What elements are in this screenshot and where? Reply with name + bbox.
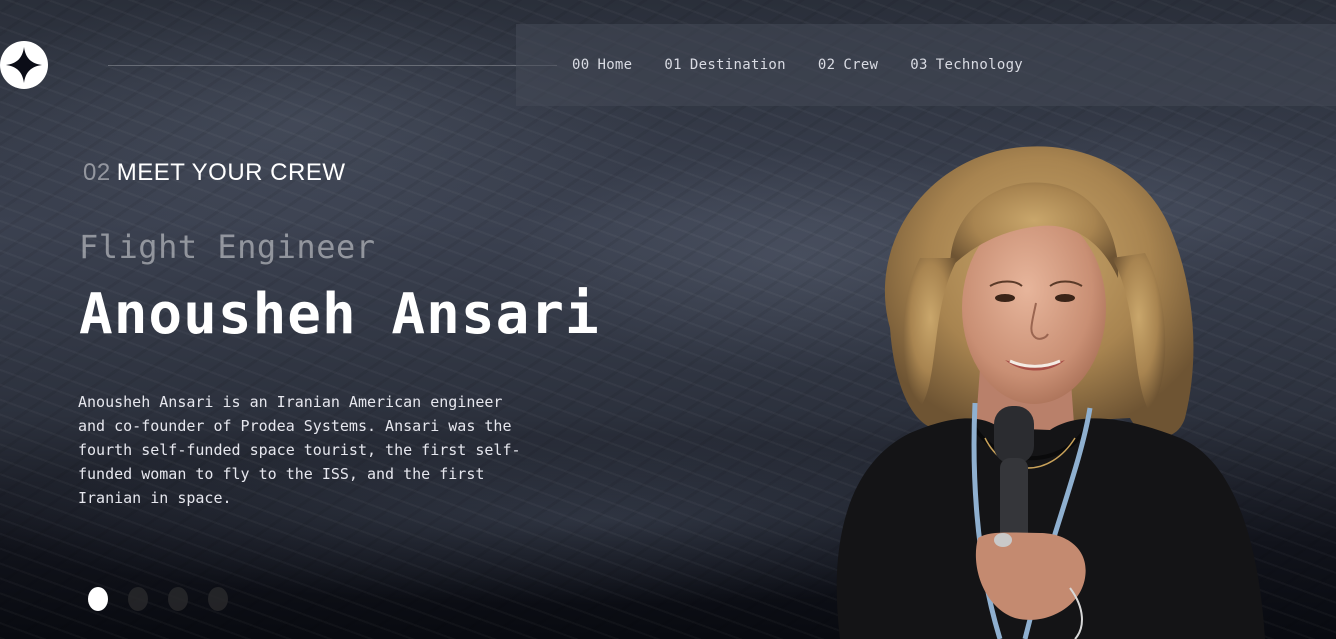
carousel-dot-4[interactable] (208, 587, 228, 611)
nav-divider-line (108, 65, 557, 66)
nav-item-label: Destination (689, 57, 786, 73)
nav-item-number: 03 (910, 57, 928, 73)
nav-item-destination[interactable]: 01 Destination (664, 57, 786, 73)
carousel-dot-1[interactable] (88, 587, 108, 611)
nav-item-technology[interactable]: 03 Technology (910, 57, 1023, 73)
main-nav: 00 Home 01 Destination 02 Crew 03 Technology (516, 24, 1336, 106)
crew-role: Flight Engineer (79, 228, 376, 266)
eyebrow-number: 02 (83, 159, 111, 186)
nav-item-number: 00 (572, 57, 590, 73)
nav-item-number: 01 (664, 57, 682, 73)
star-logo-icon (6, 47, 42, 83)
nav-item-number: 02 (817, 57, 836, 73)
carousel-dots (88, 587, 228, 611)
carousel-dot-3[interactable] (168, 587, 188, 611)
nav-item-crew[interactable]: 02 Crew (818, 57, 878, 73)
nav-item-label: Crew (843, 57, 879, 73)
crew-name: Anousheh Ansari (79, 282, 600, 347)
nav-item-label: Home (597, 57, 633, 73)
logo-icon[interactable] (0, 41, 48, 89)
crew-portrait (836, 146, 1265, 639)
nav-item-label: Technology (935, 57, 1024, 73)
eyebrow-title: MEET YOUR CREW (116, 159, 346, 186)
carousel-dot-2[interactable] (128, 587, 148, 611)
crew-bio: Anousheh Ansari is an Iranian American e… (78, 393, 521, 507)
page-eyebrow: 02 MEET YOUR CREW (83, 159, 346, 187)
nav-item-home[interactable]: 00 Home (572, 57, 632, 73)
